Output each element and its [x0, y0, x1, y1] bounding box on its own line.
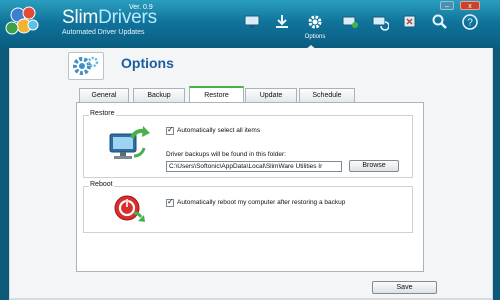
auto-select-checkbox[interactable] [166, 125, 174, 135]
auto-reboot-checkbox[interactable] [166, 197, 174, 207]
restore-icon [372, 16, 389, 31]
app-header: SlimDrivers Ver. 0.9 Automated Driver Up… [0, 0, 500, 50]
tab-general[interactable]: General [79, 88, 129, 102]
gear-icon [73, 56, 99, 75]
auto-reboot-label: Automatically reboot my computer after r… [177, 199, 346, 206]
backup-icon [342, 16, 358, 28]
nav-backup[interactable] [338, 12, 362, 42]
nav-search[interactable] [428, 12, 452, 42]
restore-group-title: Restore [89, 110, 116, 117]
page-title: Options [121, 55, 174, 71]
browse-button[interactable]: Browse [349, 160, 399, 172]
app-name: SlimDrivers [62, 7, 157, 28]
backup-folder-input[interactable]: C:\Users\Softonic\AppData\Local\SlimWare… [166, 161, 342, 172]
tab-update[interactable]: Update [245, 88, 297, 102]
slimdrivers-logo-icon [5, 6, 39, 35]
svg-text:?: ? [467, 18, 473, 29]
reboot-group-title: Reboot [89, 181, 114, 188]
nav-restore[interactable] [368, 12, 392, 42]
help-icon: ? [462, 14, 478, 30]
app-subtitle: Automated Driver Updates [62, 29, 145, 36]
nav-options[interactable]: Options [303, 12, 327, 50]
auto-select-label: Automatically select all items [177, 127, 261, 134]
monitor-icon [244, 15, 260, 28]
uninstall-icon [403, 15, 416, 28]
tab-schedule[interactable]: Schedule [299, 88, 355, 102]
nav-download[interactable] [270, 12, 294, 42]
save-button[interactable]: Save [372, 281, 437, 294]
minimize-button[interactable]: – [440, 1, 454, 10]
nav-help[interactable]: ? [458, 12, 482, 42]
options-header-icon [68, 52, 104, 80]
download-icon [276, 15, 288, 28]
nav-uninstall[interactable] [398, 12, 422, 42]
restore-computer-icon [109, 126, 150, 159]
folder-label: Driver backups will be found in this fol… [166, 151, 286, 158]
reboot-power-icon [114, 195, 145, 222]
tab-restore[interactable]: Restore [189, 86, 244, 103]
app-version: Ver. 0.9 [129, 4, 153, 11]
search-icon [432, 14, 447, 29]
tab-backup[interactable]: Backup [133, 88, 185, 102]
gear-icon [308, 15, 322, 29]
nav-scan[interactable] [240, 12, 264, 42]
close-button[interactable]: x [460, 1, 480, 10]
